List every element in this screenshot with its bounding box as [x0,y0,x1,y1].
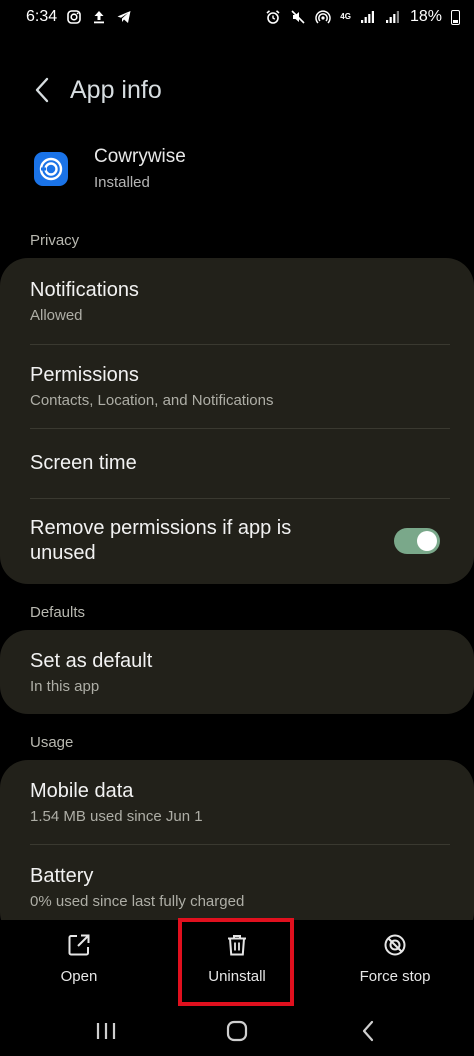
recent-apps-button[interactable] [86,1011,126,1051]
battery-icon [451,9,460,25]
open-button[interactable]: Open [0,920,158,1000]
nav-back-button[interactable] [348,1011,388,1051]
app-name: Cowrywise [94,146,186,167]
header: App info [0,66,474,114]
upload-icon [91,9,107,25]
remove-permissions-toggle[interactable] [394,528,440,554]
instagram-icon [66,9,82,25]
page-title: App info [70,75,162,104]
mobile-data-item[interactable]: Mobile data 1.54 MB used since Jun 1 [0,760,474,844]
status-bar: 6:34 4G 18% [0,0,474,34]
battery-sub: 0% used since last fully charged [30,893,245,910]
chevron-left-icon [35,77,49,103]
battery-title: Battery [30,865,94,887]
section-label-privacy: Privacy [30,232,80,249]
mute-icon [290,9,306,25]
notifications-status: Allowed [30,307,83,324]
status-time: 6:34 [26,8,58,25]
status-left: 6:34 [26,8,132,26]
system-nav-bar [0,1006,474,1056]
open-external-icon [68,934,90,956]
permissions-summary: Contacts, Location, and Notifications [30,392,274,409]
app-summary: Cowrywise Installed [34,146,186,191]
screen-time-item[interactable]: Screen time [0,428,474,498]
signal-icon [360,9,376,25]
section-label-usage: Usage [30,734,74,751]
privacy-card: Notifications Allowed Permissions Contac… [0,258,474,584]
status-right: 4G 18% [265,8,460,26]
signal-icon-2 [385,9,401,25]
battery-fill [453,20,458,23]
hotspot-icon [315,9,331,25]
defaults-card: Set as default In this app [0,630,474,714]
mobile-data-title: Mobile data [30,780,134,802]
toggle-knob [417,531,437,551]
open-label: Open [60,968,98,985]
remove-permissions-item[interactable]: Remove permissions if app is unused [0,498,474,584]
force-stop-icon [384,934,406,956]
network-type-label: 4G [340,12,351,21]
back-arrow-icon [363,1020,374,1042]
screen-time-title: Screen time [30,451,137,474]
cowrywise-app-icon [34,151,68,186]
notifications-title: Notifications [30,279,139,301]
notifications-item[interactable]: Notifications Allowed [0,258,474,344]
set-as-default-item[interactable]: Set as default In this app [0,630,474,714]
permissions-title: Permissions [30,364,139,386]
mobile-data-sub: 1.54 MB used since Jun 1 [30,808,203,825]
recent-apps-icon [96,1023,115,1039]
app-install-status: Installed [94,174,150,191]
usage-card: Mobile data 1.54 MB used since Jun 1 Bat… [0,760,474,940]
back-button[interactable] [24,72,60,108]
permissions-item[interactable]: Permissions Contacts, Location, and Noti… [0,344,474,428]
battery-percent: 18% [409,8,442,25]
set-as-default-sub: In this app [30,678,100,695]
set-as-default-title: Set as default [30,650,153,672]
telegram-icon [116,9,132,25]
force-stop-button[interactable]: Force stop [316,920,474,1000]
home-icon [226,1020,248,1042]
force-stop-label: Force stop [359,968,431,985]
uninstall-highlight-box [178,918,294,1006]
app-text: Cowrywise Installed [94,146,186,191]
home-button[interactable] [217,1011,257,1051]
section-label-defaults: Defaults [30,604,86,621]
remove-permissions-title: Remove permissions if app is unused [30,517,292,564]
alarm-icon [265,9,281,25]
